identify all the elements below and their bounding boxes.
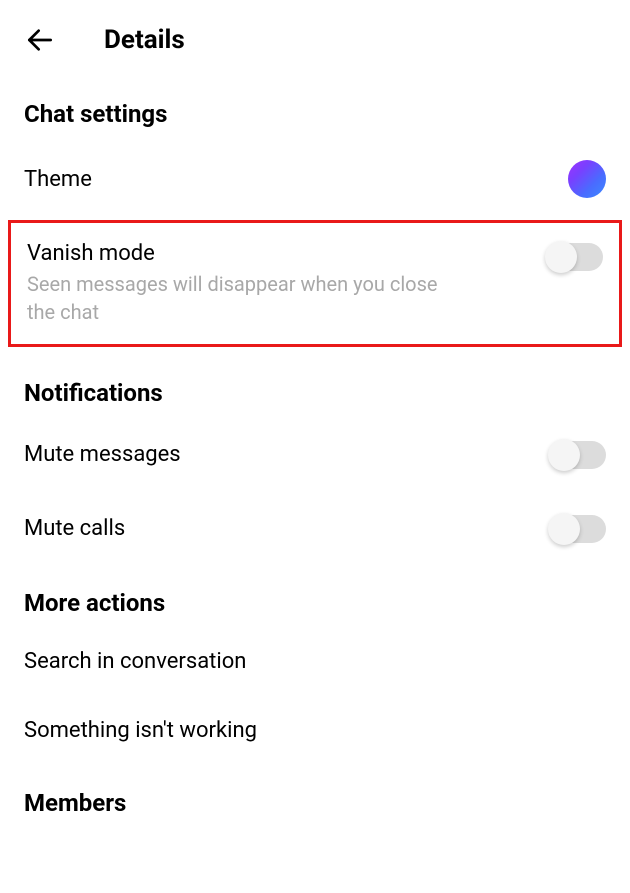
arrow-left-icon <box>24 24 56 56</box>
mute-calls-row[interactable]: Mute calls <box>0 491 630 565</box>
theme-color-circle <box>568 160 606 198</box>
section-header-more-actions: More actions <box>0 565 630 627</box>
toggle-knob <box>545 241 577 273</box>
mute-calls-label: Mute calls <box>24 516 550 541</box>
mute-calls-toggle[interactable] <box>550 515 606 543</box>
back-button[interactable] <box>24 24 56 56</box>
theme-row[interactable]: Theme <box>0 138 630 220</box>
page-title: Details <box>104 25 185 55</box>
section-header-members: Members <box>0 765 630 827</box>
something-not-working-row[interactable]: Something isn't working <box>0 696 630 765</box>
header: Details <box>0 0 630 76</box>
mute-messages-row[interactable]: Mute messages <box>0 417 630 491</box>
section-header-notifications: Notifications <box>0 355 630 417</box>
mute-messages-toggle[interactable] <box>550 441 606 469</box>
vanish-mode-label: Vanish mode <box>27 241 547 266</box>
section-header-chat-settings: Chat settings <box>0 76 630 138</box>
search-conversation-row[interactable]: Search in conversation <box>0 627 630 696</box>
vanish-mode-sublabel: Seen messages will disappear when you cl… <box>27 270 467 326</box>
toggle-knob <box>548 439 580 471</box>
vanish-mode-row[interactable]: Vanish mode Seen messages will disappear… <box>11 223 619 344</box>
mute-messages-label: Mute messages <box>24 442 550 467</box>
vanish-mode-toggle[interactable] <box>547 243 603 271</box>
theme-label: Theme <box>24 167 568 192</box>
toggle-knob <box>548 513 580 545</box>
vanish-mode-highlight: Vanish mode Seen messages will disappear… <box>8 220 622 347</box>
